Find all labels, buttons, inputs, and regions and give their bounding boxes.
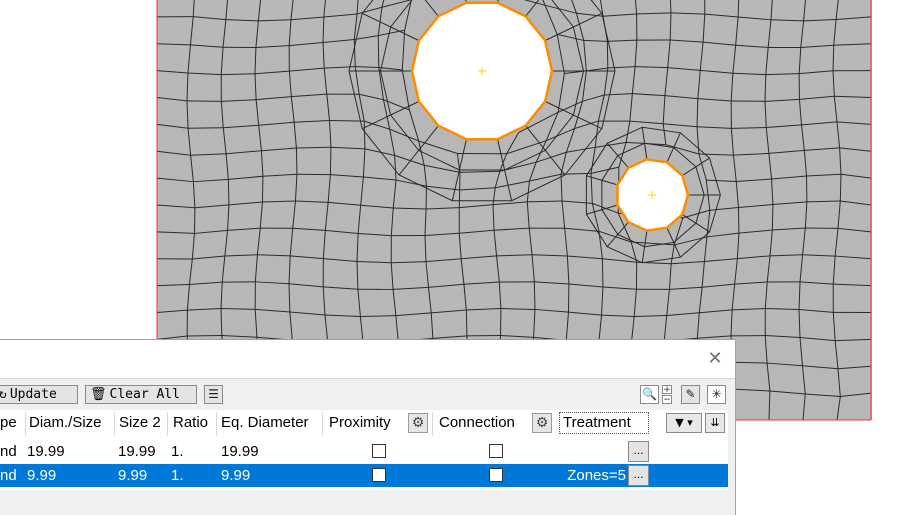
zoom-icon[interactable]: 🔍: [640, 385, 659, 404]
refresh-icon: ↻: [0, 387, 7, 402]
mesh-edge: [771, 204, 774, 231]
explode-icon[interactable]: ✳: [707, 385, 726, 404]
close-icon[interactable]: ✕: [704, 348, 726, 370]
header-size2[interactable]: Size 2: [119, 410, 167, 436]
hole-table: pe Diam./Size Size 2 Ratio Eq. Diameter …: [0, 410, 728, 490]
trash-icon: 🗑: [90, 387, 107, 402]
mesh-edge: [465, 309, 468, 336]
cell-type: nd: [0, 443, 17, 460]
header-type[interactable]: pe: [0, 410, 22, 436]
hole-treatment-dialog: ✕ ↻ Update 🗑 Clear All ☰ 🔍 + − ✎ ✳ pe Diam…: [0, 339, 736, 515]
mesh-edge: [295, 148, 298, 175]
update-button[interactable]: ↻ Update: [0, 385, 78, 404]
plus-icon[interactable]: +: [662, 385, 672, 395]
cell-eq-diameter: 9.99: [221, 467, 251, 484]
sort-icon[interactable]: ⇊: [705, 413, 725, 433]
cell-diam: 19.99: [27, 443, 65, 460]
mesh-edge: [533, 281, 536, 310]
header-diam-size[interactable]: Diam./Size: [29, 410, 115, 436]
treatment-more-button[interactable]: ...: [628, 441, 649, 462]
mesh-edge: [227, 179, 230, 205]
clear-all-button[interactable]: 🗑 Clear All: [85, 385, 197, 404]
mesh-edge: [186, 100, 222, 102]
gear-icon[interactable]: ⚙: [408, 413, 428, 433]
mesh-edge: [329, 119, 365, 122]
cell-ratio: 1.: [171, 467, 184, 484]
connection-checkbox[interactable]: [489, 444, 503, 458]
eraser-icon[interactable]: ✎: [681, 385, 700, 404]
header-treatment[interactable]: Treatment: [559, 412, 649, 434]
gear-icon[interactable]: ⚙: [532, 413, 552, 433]
clear-all-label: Clear All: [109, 387, 180, 402]
cell-treatment: Zones=5: [567, 467, 626, 484]
cell-treatment: [561, 440, 625, 463]
mesh-edge: [601, 258, 604, 288]
mesh-edge: [839, 174, 842, 202]
filter-icon[interactable]: ▼ ▾: [666, 413, 702, 433]
cell-size2: 9.99: [118, 467, 148, 484]
cell-ratio: 1.: [171, 443, 184, 460]
mesh-edge: [363, 121, 366, 149]
mesh-edge: [329, 147, 332, 175]
header-ratio[interactable]: Ratio: [173, 410, 217, 436]
connection-checkbox[interactable]: [489, 468, 503, 482]
cell-size2: 19.99: [118, 443, 156, 460]
mesh-edge: [187, 334, 222, 337]
treatment-more-button[interactable]: ...: [628, 465, 649, 486]
proximity-checkbox[interactable]: [372, 444, 386, 458]
mesh-edge: [832, 45, 835, 71]
cell-diam: 9.99: [27, 467, 57, 484]
update-label: Update: [9, 387, 57, 402]
minus-icon[interactable]: −: [662, 395, 672, 405]
hamburger-icon[interactable]: ☰: [204, 385, 223, 404]
cell-type: nd: [0, 467, 17, 484]
table-row-selected[interactable]: nd 9.99 9.99 1. 9.99 Zones=5 ...: [0, 464, 728, 487]
dialog-titlebar: ✕: [0, 340, 735, 379]
cell-eq-diameter: 19.99: [221, 443, 259, 460]
header-eq-diameter[interactable]: Eq. Diameter: [221, 410, 321, 436]
proximity-checkbox[interactable]: [372, 468, 386, 482]
mesh-edge: [188, 127, 224, 129]
header-connection[interactable]: Connection: [439, 410, 529, 436]
table-row[interactable]: nd 19.99 19.99 1. 19.99 ...: [0, 440, 728, 463]
header-proximity[interactable]: Proximity: [329, 410, 405, 436]
